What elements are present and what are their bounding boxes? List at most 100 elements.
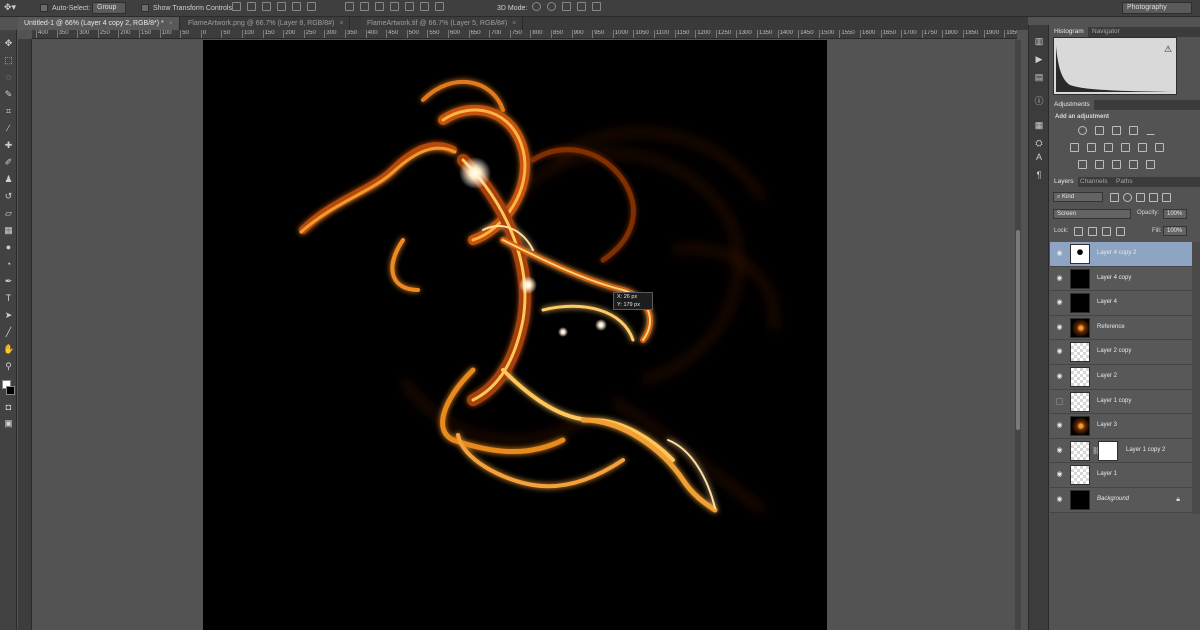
visibility-eye-icon[interactable]: ◉: [1056, 447, 1063, 454]
tab-adjustments[interactable]: Adjustments: [1050, 100, 1094, 110]
visibility-eye-icon[interactable]: [1056, 397, 1063, 405]
fill-field[interactable]: 100%: [1163, 226, 1187, 236]
filter-type-icon[interactable]: [1136, 193, 1145, 202]
layer-row[interactable]: ◉ Layer 4 copy: [1050, 266, 1192, 292]
threshold-icon[interactable]: [1112, 160, 1121, 169]
align-left-icon[interactable]: [277, 2, 286, 11]
auto-select-checkbox[interactable]: [40, 4, 48, 12]
layer-row[interactable]: ◉ ⛓ Layer 1 copy 2: [1050, 438, 1192, 464]
gradient-tool-icon[interactable]: ▦: [3, 225, 14, 236]
properties-panel-icon[interactable]: ▤: [1033, 71, 1045, 83]
3d-mode-buttons[interactable]: [532, 2, 601, 14]
brush-panel-icon[interactable]: ▦: [1033, 119, 1045, 131]
visibility-eye-icon[interactable]: ◉: [1056, 324, 1063, 331]
tab-channels[interactable]: Channels: [1076, 177, 1111, 187]
visibility-eye-icon[interactable]: ◉: [1056, 373, 1063, 380]
lasso-tool-icon[interactable]: ◌: [3, 72, 14, 83]
channel-mixer-icon[interactable]: [1138, 143, 1147, 152]
vertical-ruler[interactable]: [18, 39, 32, 630]
layer-row[interactable]: ◉ Layer 2 copy: [1050, 340, 1192, 365]
layer-mask-thumbnail[interactable]: [1098, 440, 1118, 461]
layer-row[interactable]: ◉ Background 🔒︎: [1050, 487, 1192, 513]
close-icon[interactable]: ×: [169, 20, 173, 27]
path-select-tool-icon[interactable]: ➤: [3, 310, 14, 321]
tab-layers[interactable]: Layers: [1050, 177, 1078, 187]
scroll-thumb[interactable]: [1016, 230, 1020, 430]
visibility-eye-icon[interactable]: ◉: [1056, 348, 1063, 355]
color-balance-icon[interactable]: [1087, 143, 1096, 152]
selective-color-icon[interactable]: [1146, 160, 1155, 169]
posterize-icon[interactable]: [1095, 160, 1104, 169]
visibility-eye-icon[interactable]: ◉: [1056, 471, 1063, 478]
tab-histogram[interactable]: Histogram: [1050, 27, 1088, 37]
history-brush-tool-icon[interactable]: ↺: [3, 191, 14, 202]
show-transform-checkbox[interactable]: [141, 4, 149, 12]
screen-mode-icon[interactable]: ▣: [3, 418, 14, 429]
layer-thumbnail[interactable]: [1070, 366, 1090, 387]
blend-mode-dropdown[interactable]: Screen: [1053, 209, 1131, 219]
align-vcenter-icon[interactable]: [247, 2, 256, 11]
zoom-tool-icon[interactable]: ⚲: [3, 361, 14, 372]
vibrance-icon[interactable]: [1146, 126, 1155, 135]
close-icon[interactable]: ×: [512, 20, 516, 27]
close-icon[interactable]: ×: [339, 20, 343, 27]
distribute-hcenter-icon[interactable]: [405, 2, 414, 11]
visibility-eye-icon[interactable]: ◉: [1056, 299, 1063, 306]
shape-tool-icon[interactable]: ╱: [3, 327, 14, 338]
warning-icon[interactable]: ⚠: [1164, 44, 1172, 55]
clone-source-icon[interactable]: ⛭: [1033, 137, 1045, 149]
gradient-map-icon[interactable]: [1129, 160, 1138, 169]
play-actions-icon[interactable]: ▶: [1033, 53, 1045, 65]
layer-row[interactable]: ◉ Layer 4: [1050, 291, 1192, 316]
healing-brush-tool-icon[interactable]: ✚: [3, 140, 14, 151]
info-panel-icon[interactable]: ⓘ: [1033, 95, 1045, 107]
layer-thumbnail[interactable]: [1070, 391, 1090, 412]
photo-filter-icon[interactable]: [1121, 143, 1130, 152]
crop-tool-icon[interactable]: ⌗: [3, 106, 14, 117]
3d-scale-icon[interactable]: [592, 2, 601, 11]
brush-tool-icon[interactable]: ✐: [3, 157, 14, 168]
tab-untitled-1[interactable]: Untitled-1 @ 66% (Layer 4 copy 2, RGB/8*…: [18, 17, 180, 30]
lock-pixels-icon[interactable]: [1088, 227, 1097, 236]
layer-row[interactable]: Layer 1 copy: [1050, 389, 1192, 415]
layer-thumbnail[interactable]: [1070, 317, 1090, 338]
layer-thumbnail[interactable]: [1070, 465, 1090, 486]
document-canvas[interactable]: [203, 40, 827, 630]
curves-icon[interactable]: [1112, 126, 1121, 135]
3d-slide-icon[interactable]: [577, 2, 586, 11]
workspace-switcher[interactable]: Photography: [1122, 2, 1192, 14]
layer-thumbnail[interactable]: [1070, 268, 1090, 289]
filter-adjustment-icon[interactable]: [1123, 193, 1132, 202]
dodge-tool-icon[interactable]: ◔: [3, 259, 14, 270]
filter-smart-icon[interactable]: [1162, 193, 1171, 202]
lock-position-icon[interactable]: [1102, 227, 1111, 236]
tab-navigator[interactable]: Navigator: [1088, 27, 1124, 37]
layer-row[interactable]: ◉ Layer 4 copy 2: [1050, 242, 1192, 267]
character-panel-icon[interactable]: A: [1033, 151, 1045, 163]
color-lookup-icon[interactable]: [1155, 143, 1164, 152]
brightness-icon[interactable]: [1078, 126, 1087, 135]
quick-select-tool-icon[interactable]: ✎: [3, 89, 14, 100]
hand-tool-icon[interactable]: ✋: [3, 344, 14, 355]
layer-thumbnail[interactable]: [1070, 416, 1090, 437]
filter-shape-icon[interactable]: [1149, 193, 1158, 202]
align-buttons[interactable]: [232, 2, 316, 14]
layer-row[interactable]: ◉ Layer 3: [1050, 414, 1192, 439]
layer-thumbnail[interactable]: [1070, 244, 1090, 264]
align-top-icon[interactable]: [232, 2, 241, 11]
layer-thumbnail[interactable]: [1070, 489, 1090, 510]
history-panel-icon[interactable]: ▥: [1033, 35, 1045, 47]
distribute-top-icon[interactable]: [345, 2, 354, 11]
invert-icon[interactable]: [1078, 160, 1087, 169]
horizontal-ruler[interactable]: 400 350 300 250 200 150 100 50 0 50 100 150 200 250 30…: [32, 30, 1017, 39]
tab-paths[interactable]: Paths: [1112, 177, 1137, 187]
distribute-vcenter-icon[interactable]: [360, 2, 369, 11]
visibility-eye-icon[interactable]: ◉: [1056, 422, 1063, 429]
move-tool-icon[interactable]: ✥▾: [4, 2, 16, 13]
layer-thumbnail[interactable]: [1070, 293, 1090, 314]
layer-thumbnail[interactable]: [1070, 342, 1090, 363]
auto-select-dropdown[interactable]: Group: [92, 2, 126, 14]
align-hcenter-icon[interactable]: [292, 2, 301, 11]
exposure-icon[interactable]: [1129, 126, 1138, 135]
hue-saturation-icon[interactable]: [1070, 143, 1079, 152]
